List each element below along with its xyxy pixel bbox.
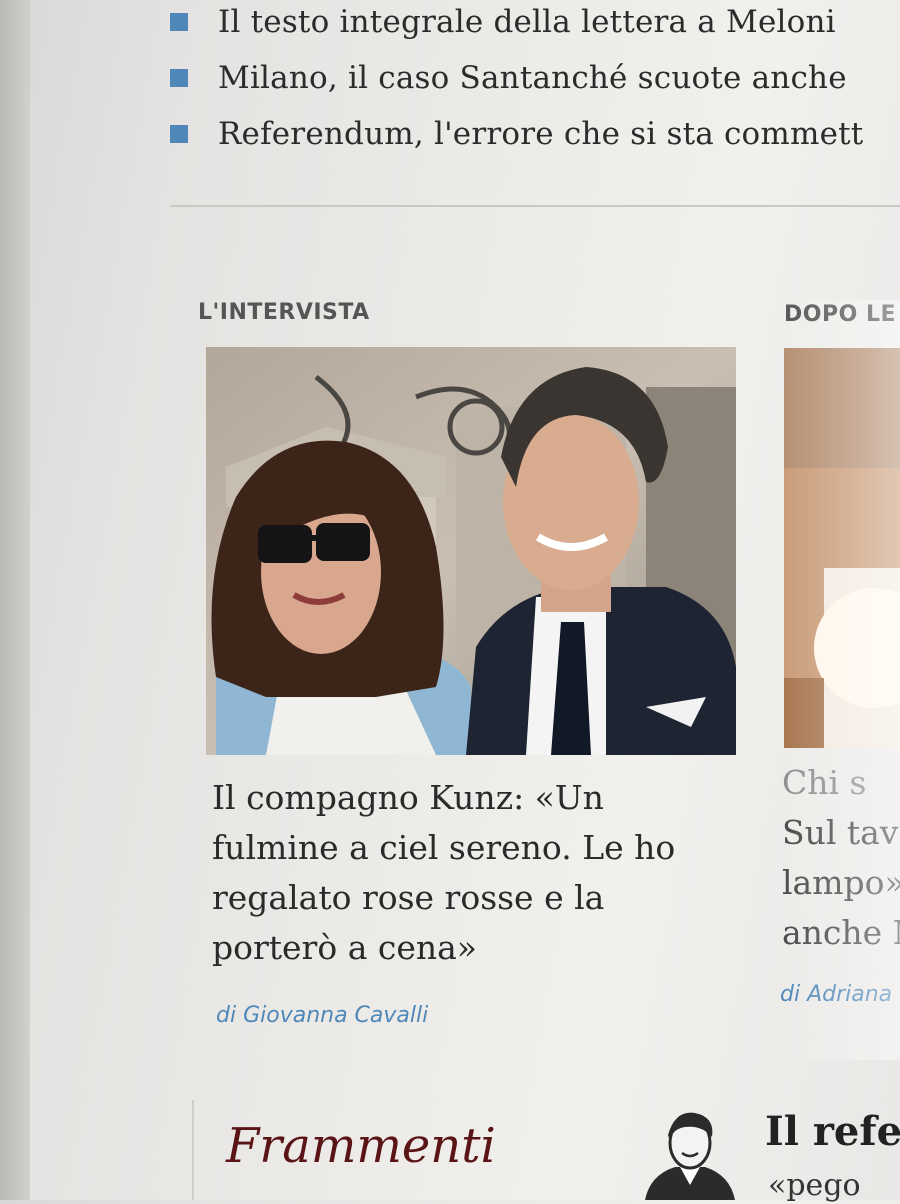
square-bullet-icon [170, 69, 188, 87]
frammenti-section-title[interactable]: Frammenti [226, 1118, 496, 1174]
headline-line[interactable]: lampo» [782, 858, 900, 908]
section-label[interactable]: L'INTERVISTA [198, 300, 370, 325]
article-photo[interactable] [784, 348, 900, 748]
related-link-label[interactable]: Il testo integrale della lettera a Melon… [218, 4, 836, 40]
article-headline[interactable]: Chi s Sul tav lampo» anche M [782, 758, 900, 958]
author-byline[interactable]: di Giovanna Cavalli [216, 1003, 428, 1028]
headline-line[interactable]: anche M [782, 908, 900, 958]
section-label[interactable]: DOPO LE D [784, 302, 900, 327]
author-byline[interactable]: di Adriana [780, 982, 892, 1007]
related-link[interactable]: Il testo integrale della lettera a Melon… [170, 0, 900, 50]
related-link-label[interactable]: Referendum, l'errore che si sta commett [218, 116, 863, 152]
related-link[interactable]: Milano, il caso Santanché scuote anche [170, 50, 900, 106]
square-bullet-icon [170, 13, 188, 31]
side-photo-image [784, 348, 900, 748]
opinion-headline[interactable]: Il refe [765, 1108, 900, 1155]
opinion-subheadline[interactable]: «pego [768, 1168, 861, 1203]
square-bullet-icon [170, 125, 188, 143]
related-link-label[interactable]: Milano, il caso Santanché scuote anche [218, 60, 847, 96]
couple-photo-image [206, 347, 736, 755]
columnist-avatar[interactable] [640, 1105, 740, 1200]
columnist-portrait-image [645, 1112, 735, 1200]
article-headline[interactable]: Il compagno Kunz: «Un fulmine a ciel ser… [212, 773, 675, 973]
headline-line[interactable]: regalato rose rosse e la [212, 873, 675, 923]
headline-line[interactable]: fulmine a ciel sereno. Le ho [212, 823, 675, 873]
article-photo[interactable] [206, 347, 736, 755]
side-article-card[interactable]: DOPO LE D Chi s Sul tav lampo» anche M d… [780, 290, 900, 1050]
headline-line[interactable]: Il compagno Kunz: «Un [212, 773, 675, 823]
headline-line[interactable]: Chi s [782, 758, 900, 808]
screen-bezel [0, 0, 30, 1200]
related-link[interactable]: Referendum, l'errore che si sta commett [170, 106, 900, 162]
headline-line[interactable]: porterò a cena» [212, 923, 675, 973]
column-divider [192, 1100, 194, 1200]
section-divider [170, 205, 900, 207]
related-links-list: Il testo integrale della lettera a Melon… [170, 0, 900, 162]
headline-line[interactable]: Sul tav [782, 808, 900, 858]
